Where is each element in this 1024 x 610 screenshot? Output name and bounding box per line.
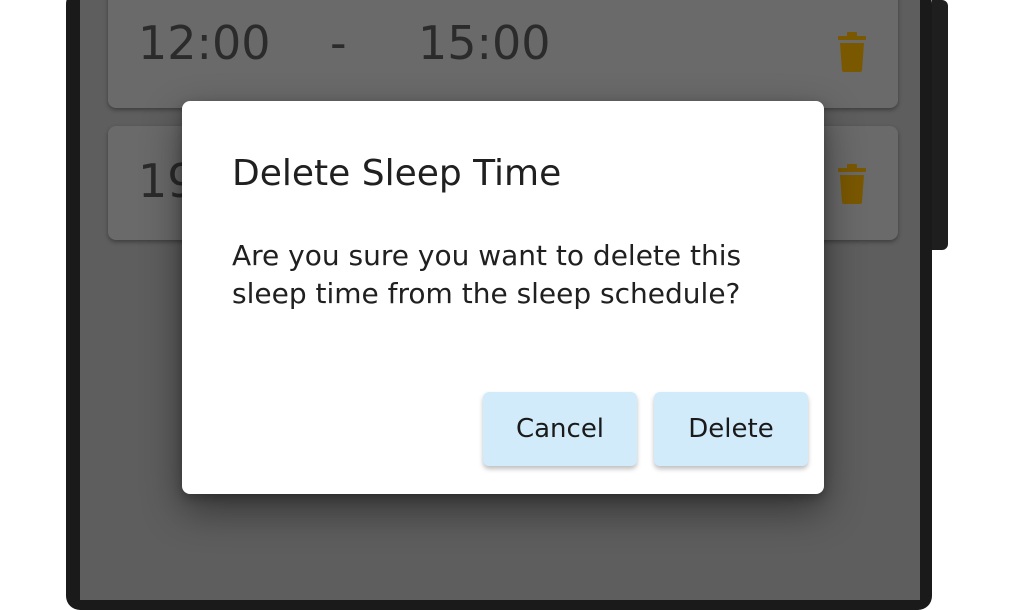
time-separator: - bbox=[330, 16, 347, 70]
cancel-button[interactable]: Cancel bbox=[483, 392, 637, 466]
dialog-title: Delete Sleep Time bbox=[232, 153, 562, 194]
dialog-message: Are you sure you want to delete this sle… bbox=[232, 239, 742, 310]
delete-confirmation-dialog: Delete Sleep Time Are you sure you want … bbox=[182, 101, 824, 494]
start-time: 12:00 bbox=[138, 16, 271, 70]
trash-icon[interactable] bbox=[836, 32, 868, 72]
trash-icon[interactable] bbox=[836, 164, 868, 204]
phone-side-button bbox=[932, 0, 948, 250]
sleep-time-card[interactable]: 12:00 - 15:00 bbox=[108, 0, 898, 108]
delete-button[interactable]: Delete bbox=[654, 392, 808, 466]
end-time: 15:00 bbox=[418, 16, 551, 70]
